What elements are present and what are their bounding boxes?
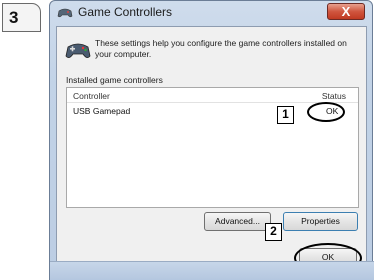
game-controllers-window: Game Controllers X These settings help y…: [49, 0, 374, 280]
step-badge: 3: [2, 3, 41, 32]
underlying-window-strip: [50, 261, 374, 280]
column-controller[interactable]: Controller: [73, 91, 110, 101]
callout-2: 2: [265, 223, 282, 241]
installed-controllers-label: Installed game controllers: [66, 75, 163, 85]
dialog-client: These settings help you configure the ga…: [56, 26, 367, 280]
window-title: Game Controllers: [78, 5, 173, 19]
list-header: Controller Status: [67, 88, 358, 103]
close-button[interactable]: X: [327, 3, 365, 20]
status-highlight-ellipse: [307, 102, 345, 122]
description-text: These settings help you configure the ga…: [95, 38, 347, 59]
controller-name: USB Gamepad: [73, 106, 131, 116]
controllers-list[interactable]: Controller Status USB Gamepad OK 1: [66, 87, 359, 208]
properties-button[interactable]: Properties: [283, 212, 358, 231]
tutorial-screenshot: 3 Game Controllers X These settings help…: [0, 0, 375, 280]
callout-1: 1: [277, 106, 294, 124]
game-controller-icon: [65, 43, 91, 58]
advanced-button[interactable]: Advanced...: [204, 212, 271, 231]
game-controller-icon: [57, 8, 73, 18]
column-status[interactable]: Status: [322, 91, 346, 101]
